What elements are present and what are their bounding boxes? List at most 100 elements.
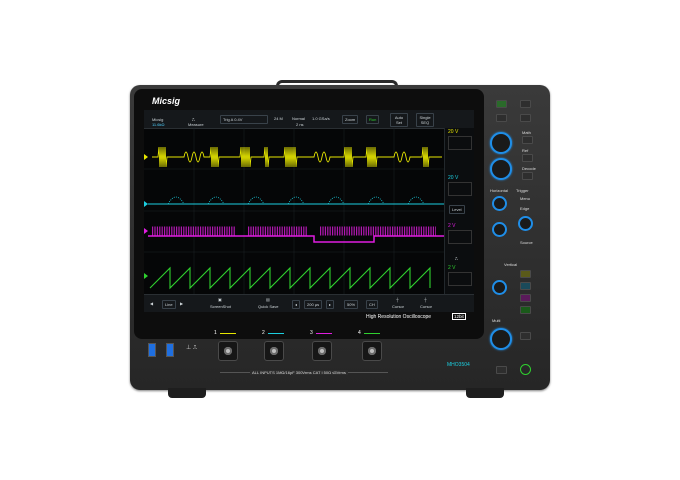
probe-comp-icon[interactable]: ⊥ ⎍: [186, 344, 197, 352]
ch2-info-box: [448, 182, 472, 196]
camera-key-icon[interactable]: [496, 366, 507, 374]
math-key[interactable]: [522, 136, 533, 144]
screenshot-key-icon[interactable]: [496, 114, 507, 122]
sample-rate: 1.0 GSa/s: [312, 116, 330, 121]
ch3-info-box: [448, 230, 472, 244]
ch2-key[interactable]: [520, 282, 531, 290]
oscilloscope-screen[interactable]: Micsig 11.6kΩ ⎍ Measure Trig A 0.4V 24 M…: [144, 110, 474, 312]
multi-label: Multi: [492, 318, 501, 323]
top-status-bar: Micsig 11.6kΩ ⎍ Measure Trig A 0.4V 24 M…: [144, 110, 474, 129]
trigger-label: Trigger: [516, 188, 529, 193]
frequency-readout: 11.6kΩ: [152, 122, 165, 127]
ch3-scale[interactable]: 2 V: [448, 224, 456, 229]
ch1-key[interactable]: [520, 270, 531, 278]
level-button[interactable]: Level: [449, 205, 465, 214]
usb-port-1[interactable]: [148, 343, 156, 357]
multi-knob-2[interactable]: [490, 158, 512, 180]
run-key[interactable]: [496, 100, 507, 108]
ch1-label: 1: [214, 330, 217, 336]
timebase-left-icon[interactable]: ◂: [292, 300, 301, 309]
measure-button[interactable]: Measure: [188, 122, 204, 127]
ch1-info-box: [448, 136, 472, 150]
decode-key[interactable]: [522, 172, 533, 180]
decode-label: Decode: [522, 166, 536, 171]
trigger-level-knob[interactable]: [518, 216, 533, 231]
auto-key[interactable]: [520, 114, 531, 122]
single-seq-button[interactable]: Single SEQ: [416, 113, 434, 127]
ch4-scale[interactable]: 2 V: [448, 266, 456, 271]
timebase-right-icon[interactable]: ▸: [326, 300, 335, 309]
single-key[interactable]: [520, 100, 531, 108]
ch2-label: 2: [262, 330, 265, 336]
line-button[interactable]: Line: [162, 300, 176, 309]
inputs-note: ALL INPUTS 1MΩ/16pF 300Vrms CAT I 50Ω ≤5…: [250, 370, 348, 375]
timebase-readout[interactable]: 200 µs: [304, 300, 323, 309]
bit-badge: 12bit: [452, 313, 466, 320]
zoom-percent[interactable]: 50%: [344, 300, 359, 309]
cursor2-icon[interactable]: ┼: [424, 297, 427, 302]
menu-key[interactable]: [520, 332, 531, 340]
horizontal-position-knob[interactable]: [492, 196, 507, 211]
right-foot: [466, 388, 504, 398]
ch4-info-box: [448, 272, 472, 286]
acq-mode[interactable]: Normal: [292, 116, 305, 121]
ch4-marker-icon[interactable]: [144, 273, 148, 279]
vertical-label: Vertical: [504, 262, 518, 267]
ch1-scale[interactable]: 20 V: [448, 130, 458, 135]
control-panel: Math Ref Decode Horizontal Trigger Menu …: [486, 92, 542, 382]
ref-label: Ref: [522, 148, 529, 153]
ch4-trace: [149, 266, 431, 290]
time-offset: 2 ns: [296, 122, 304, 127]
pulse-icon[interactable]: ⎍: [455, 256, 458, 261]
ch3-trace: [148, 226, 444, 243]
bottom-toolbar: ◀ Line ▶ ▣ ScreenShot ▤ Quick Save ◂ 200…: [144, 294, 474, 312]
ch2-bnc-connector[interactable]: [264, 341, 284, 361]
cursor2-button[interactable]: Cursor: [420, 304, 432, 309]
ch2-arcs: [167, 196, 425, 205]
ch4-bnc-connector[interactable]: [362, 341, 382, 361]
waveform-display[interactable]: [144, 128, 444, 294]
horizontal-scale-knob[interactable]: [492, 222, 507, 237]
zoom-button[interactable]: Zoom: [342, 115, 359, 124]
quick-save-button[interactable]: Quick Save: [258, 304, 278, 309]
horizontal-label: Horizontal: [490, 188, 509, 193]
ch4-key[interactable]: [520, 306, 531, 314]
save-icon[interactable]: ▤: [266, 297, 270, 302]
next-arrow-icon[interactable]: ▶: [180, 301, 183, 306]
ch-button[interactable]: CH: [366, 300, 378, 309]
ch4-color-bar: [364, 333, 380, 334]
usb-port-2[interactable]: [166, 343, 174, 357]
vertical-position-knob[interactable]: [492, 280, 507, 295]
model-badge: High Resolution Oscilloscope: [366, 314, 432, 320]
source-label: Source: [520, 240, 533, 245]
menu-label: Menu: [520, 196, 531, 201]
channel-readout-panel: 20 V 20 V Level 2 V ⎍ 2 V: [444, 128, 474, 294]
left-foot: [168, 388, 206, 398]
math-label: Math: [522, 130, 531, 135]
screenshot-button[interactable]: ScreenShot: [210, 304, 231, 309]
ch1-bnc-connector[interactable]: [218, 341, 238, 361]
power-icon[interactable]: [520, 364, 531, 375]
ref-key[interactable]: [522, 154, 533, 162]
ch2-scale[interactable]: 20 V: [448, 176, 458, 181]
screenshot-icon[interactable]: ▣: [218, 297, 222, 302]
multi-knob-1[interactable]: [490, 132, 512, 154]
model-name: MHO3504: [447, 362, 470, 368]
ch3-bnc-connector[interactable]: [312, 341, 332, 361]
ch3-key[interactable]: [520, 294, 531, 302]
cursor1-icon[interactable]: ┼: [396, 297, 399, 302]
ch1-trace: [152, 146, 442, 168]
prev-arrow-icon[interactable]: ◀: [150, 301, 153, 306]
vertical-scale-knob[interactable]: [490, 328, 512, 350]
ch3-marker-icon[interactable]: [144, 228, 148, 234]
run-button[interactable]: Run: [366, 115, 380, 124]
trigger-readout[interactable]: Trig A 0.4V: [220, 115, 268, 124]
ch1-marker-icon[interactable]: [144, 154, 148, 160]
ch3-color-bar: [316, 333, 332, 334]
memory-depth: 24 M: [274, 116, 283, 121]
cursor1-button[interactable]: Cursor: [392, 304, 404, 309]
ch2-color-bar: [268, 333, 284, 334]
ch2-marker-icon[interactable]: [144, 201, 148, 207]
ch4-label: 4: [358, 330, 361, 336]
auto-set-button[interactable]: Auto Set: [390, 113, 408, 127]
